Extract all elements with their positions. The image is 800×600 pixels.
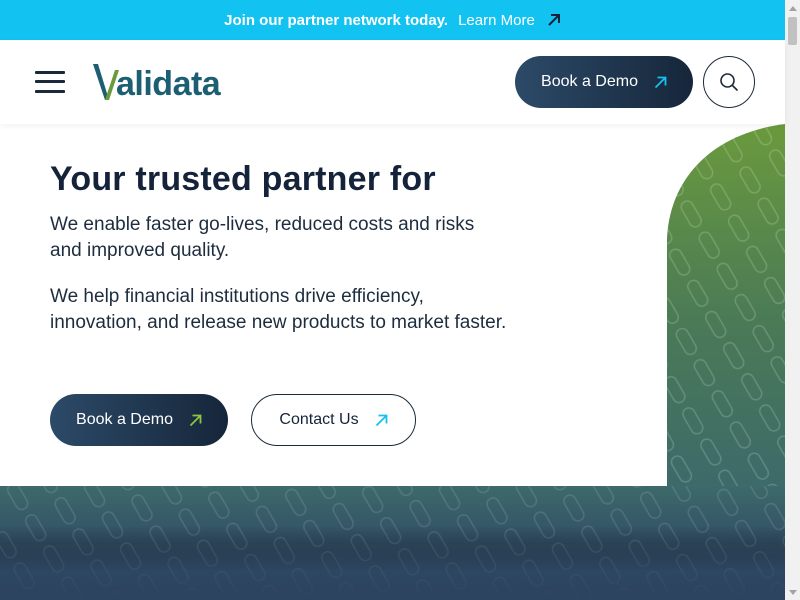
hero-book-demo-button[interactable]: Book a Demo (50, 394, 228, 446)
arrow-up-right-icon (548, 14, 560, 26)
arrow-up-right-icon (189, 414, 202, 426)
contact-us-button[interactable]: Contact Us (251, 394, 416, 446)
scroll-down-arrow-icon[interactable] (785, 585, 800, 600)
announcement-bar: Join our partner network today. Learn Mo… (0, 0, 785, 40)
scrollbar-thumb[interactable] (788, 17, 797, 45)
hero-title: Your trusted partner for (50, 160, 436, 198)
hero-curve (500, 380, 667, 486)
page-scrollbar[interactable] (785, 0, 800, 600)
announcement-text: Join our partner network today. (224, 11, 449, 29)
validata-logo[interactable]: alidata (92, 58, 221, 103)
search-icon (720, 73, 739, 92)
scroll-up-arrow-icon[interactable] (785, 0, 800, 15)
learn-more-link[interactable]: Learn More (458, 12, 561, 29)
hero-bottom-band (0, 486, 785, 600)
hero-book-demo-label: Book a Demo (76, 411, 173, 428)
site-header: alidata Book a Demo (0, 40, 785, 124)
hamburger-menu-icon[interactable] (35, 71, 65, 93)
search-button[interactable] (703, 56, 755, 108)
hero-paragraph-2: We help financial institutions drive eff… (50, 286, 507, 333)
header-book-demo-button[interactable]: Book a Demo (515, 56, 693, 108)
hero-decorative-shape (667, 124, 785, 486)
learn-more-label: Learn More (458, 11, 535, 29)
logo-wordmark: alidata (116, 65, 221, 103)
contact-us-label: Contact Us (279, 411, 359, 428)
header-book-demo-label: Book a Demo (541, 73, 638, 90)
arrow-up-right-icon (654, 76, 667, 88)
arrow-up-right-icon (375, 414, 387, 426)
hero-paragraph-1: We enable faster go-lives, reduced costs… (50, 214, 475, 261)
